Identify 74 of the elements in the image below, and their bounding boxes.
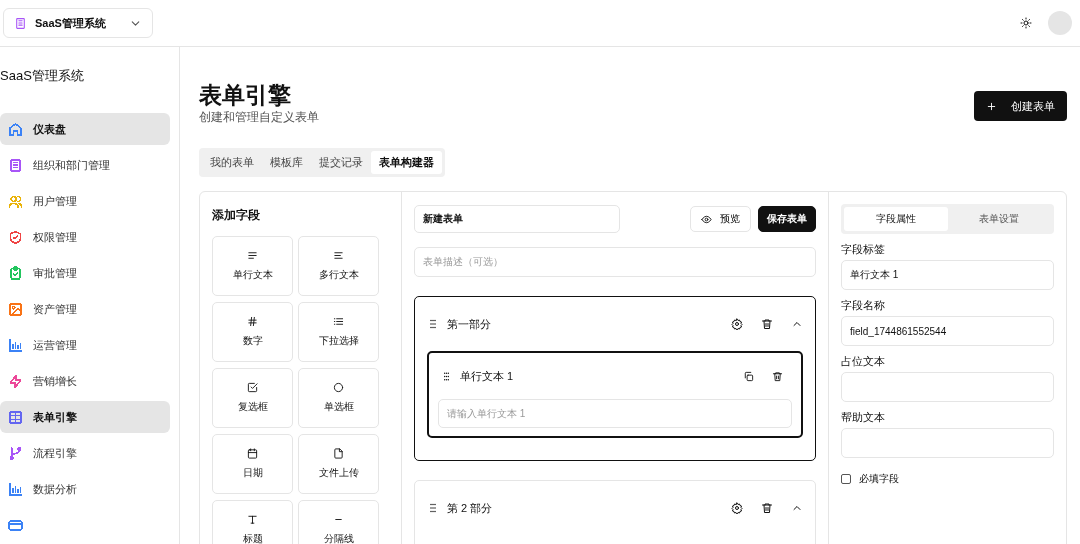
sidebar-item[interactable]: 运营管理	[0, 329, 170, 361]
sun-icon[interactable]	[1020, 17, 1032, 29]
drag-handle-icon[interactable]	[427, 502, 439, 514]
checkbox-icon	[247, 382, 258, 393]
sidebar-item[interactable]: 用户管理	[0, 185, 170, 217]
field-label: 帮助文本	[841, 410, 886, 425]
field-type-button[interactable]: 多行文本	[298, 236, 379, 296]
tab[interactable]: 提交记录	[311, 151, 371, 174]
copy-icon[interactable]	[743, 370, 754, 382]
page-subtitle: 创建和管理自定义表单	[199, 109, 319, 126]
tab[interactable]: 表单设置	[947, 207, 1051, 231]
plus-icon	[986, 100, 997, 112]
field-type-button[interactable]: 文件上传	[298, 434, 379, 494]
app-switcher[interactable]: SaaS管理系统	[3, 8, 153, 38]
eye-icon	[701, 213, 712, 225]
field-type-button[interactable]: 日期	[212, 434, 293, 494]
sidebar-item[interactable]: 表单引擎	[0, 401, 170, 433]
sidebar-item[interactable]: 组织和部门管理	[0, 149, 170, 181]
form-section[interactable]: 第一部分 单行文本 1 请输入单行文本 1	[414, 296, 816, 461]
save-button[interactable]: 保存表单	[758, 206, 816, 232]
field-type-button[interactable]: 分隔线	[298, 500, 379, 544]
form-section[interactable]: 第 2 部分	[414, 480, 816, 544]
sidebar-item[interactable]: 资产管理	[0, 293, 170, 325]
sidebar-item[interactable]: 仪表盘	[0, 113, 170, 145]
field-type-button[interactable]: 下拉选择	[298, 302, 379, 362]
field-label: 占位文本	[841, 354, 886, 369]
field-type-button[interactable]: 单行文本	[212, 236, 293, 296]
trash-icon[interactable]	[772, 370, 783, 382]
tab[interactable]: 表单构建器	[371, 151, 442, 174]
sidebar-item[interactable]: 审批管理	[0, 257, 170, 289]
drag-handle-icon[interactable]	[441, 370, 452, 382]
field-label: 字段名称	[841, 298, 886, 313]
calendar-icon	[247, 448, 258, 459]
circle-icon	[333, 382, 344, 393]
input-field[interactable]	[841, 372, 1054, 402]
section-title: 第 2 部分	[447, 500, 494, 516]
checkbox-label: 必填字段	[859, 472, 899, 486]
list-icon	[333, 316, 344, 327]
tab[interactable]: 我的表单	[202, 151, 262, 174]
drag-handle-icon[interactable]	[427, 318, 439, 330]
create-form-button[interactable]: 创建表单	[974, 91, 1067, 121]
panel-title: 添加字段	[212, 207, 261, 224]
sidebar-item[interactable]: 流程引擎	[0, 437, 170, 469]
sidebar-item[interactable]: 权限管理	[0, 221, 170, 253]
sidebar-title: SaaS管理系统	[0, 67, 85, 85]
heading-icon	[247, 514, 258, 525]
preview-button[interactable]: 预览	[690, 206, 751, 232]
text-lines-icon	[333, 250, 344, 261]
section-title: 第一部分	[447, 316, 492, 332]
checkbox[interactable]	[841, 474, 851, 484]
sidebar-item[interactable]: 数据分析	[0, 473, 170, 505]
input-field[interactable]	[841, 428, 1054, 458]
field-type-button[interactable]: 数字	[212, 302, 293, 362]
file-icon	[333, 448, 344, 459]
settings-icon[interactable]	[731, 318, 743, 330]
field-type-button[interactable]: 复选框	[212, 368, 293, 428]
settings-icon[interactable]	[731, 502, 743, 514]
tab[interactable]: 字段属性	[844, 207, 948, 231]
tab[interactable]: 模板库	[262, 151, 311, 174]
field-type-button[interactable]: 标题	[212, 500, 293, 544]
input-field[interactable]: field_1744861552544	[841, 316, 1054, 346]
input-field[interactable]: 单行文本 1	[841, 260, 1054, 290]
field-type-button[interactable]: 单选框	[298, 368, 379, 428]
sidebar-item[interactable]: 营销增长	[0, 365, 170, 397]
field-card[interactable]: 单行文本 1 请输入单行文本 1	[427, 351, 803, 438]
field-label: 单行文本 1	[460, 368, 515, 384]
trash-icon[interactable]	[761, 318, 773, 330]
text-lines-icon	[247, 250, 258, 261]
field-label: 字段标签	[841, 242, 886, 257]
page-title: 表单引擎	[199, 81, 292, 109]
trash-icon[interactable]	[761, 502, 773, 514]
form-name-field[interactable]: 新建表单	[414, 205, 620, 233]
building-icon	[14, 16, 27, 30]
hash-icon	[247, 316, 258, 327]
